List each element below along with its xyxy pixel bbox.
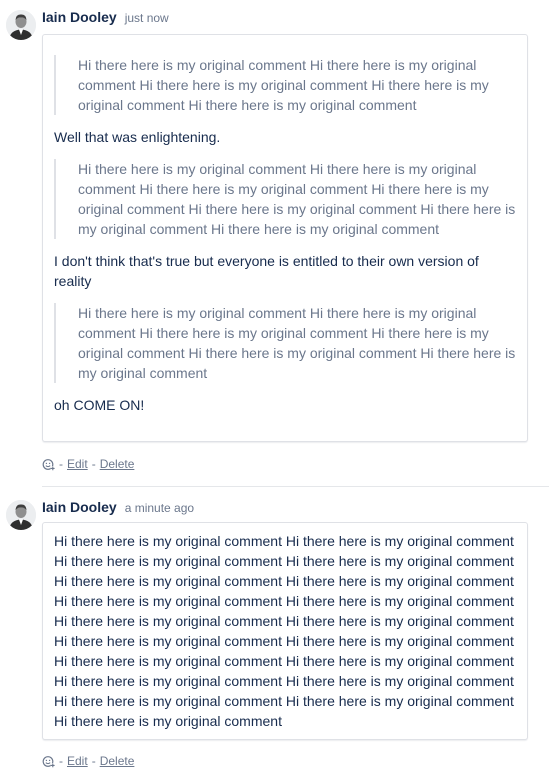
add-reaction-icon[interactable] bbox=[42, 755, 55, 768]
comment-divider bbox=[42, 486, 549, 487]
comment-body: Hi there here is my original comment Hi … bbox=[42, 522, 528, 740]
comment-paragraph: Well that was enlightening. bbox=[54, 129, 221, 145]
add-reaction-icon[interactable] bbox=[42, 458, 55, 471]
comment-actions: - Edit - Delete bbox=[42, 456, 134, 472]
comment-paragraph: I don't think that's true but everyone i… bbox=[54, 253, 479, 289]
comment-body: Hi there here is my original comment Hi … bbox=[42, 34, 528, 442]
user-avatar-icon bbox=[6, 10, 36, 40]
comment-paragraph: oh COME ON! bbox=[54, 397, 145, 413]
delete-link[interactable]: Delete bbox=[100, 754, 135, 768]
separator: - bbox=[59, 457, 63, 471]
avatar[interactable] bbox=[6, 10, 36, 40]
author-name[interactable]: Iain Dooley bbox=[42, 499, 117, 515]
user-avatar-icon bbox=[6, 500, 36, 530]
comment-paragraph: Hi there here is my original comment Hi … bbox=[54, 533, 514, 729]
timestamp: a minute ago bbox=[124, 501, 195, 515]
avatar[interactable] bbox=[6, 500, 36, 530]
separator: - bbox=[59, 754, 63, 768]
separator: - bbox=[91, 457, 96, 471]
comment-header: Iain Dooley just now bbox=[42, 9, 169, 29]
separator: - bbox=[91, 754, 96, 768]
comment-actions: - Edit - Delete bbox=[42, 753, 134, 769]
delete-link[interactable]: Delete bbox=[100, 457, 135, 471]
blockquote: Hi there here is my original comment Hi … bbox=[54, 55, 516, 115]
blockquote: Hi there here is my original comment Hi … bbox=[54, 159, 516, 239]
blockquote: Hi there here is my original comment Hi … bbox=[54, 303, 516, 383]
edit-link[interactable]: Edit bbox=[67, 457, 88, 471]
comment-header: Iain Dooley a minute ago bbox=[42, 499, 194, 519]
author-name[interactable]: Iain Dooley bbox=[42, 9, 117, 25]
edit-link[interactable]: Edit bbox=[67, 754, 88, 768]
timestamp: just now bbox=[124, 11, 169, 25]
